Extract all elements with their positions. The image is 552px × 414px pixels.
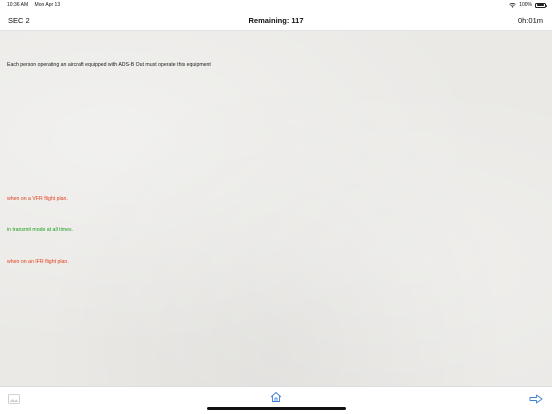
home-icon[interactable] bbox=[270, 390, 282, 402]
status-time: 10:36 AM bbox=[7, 2, 29, 8]
remaining-count: Remaining: 117 bbox=[248, 16, 304, 25]
answer-option-b[interactable]: in transmit mode at all times. bbox=[7, 227, 73, 233]
quiz-screen: 10:36 AM Mon Apr 13 100% SEC 2 Remaining… bbox=[0, 0, 552, 414]
home-indicator bbox=[207, 407, 346, 410]
answer-option-c[interactable]: when on an IFR flight plan. bbox=[7, 259, 69, 265]
battery-percent: 100% bbox=[519, 2, 532, 8]
status-bar: 10:36 AM Mon Apr 13 100% bbox=[0, 0, 552, 11]
question-area: Each person operating an aircraft equipp… bbox=[0, 31, 552, 386]
status-right: 100% bbox=[509, 2, 547, 8]
battery-fill bbox=[536, 4, 545, 6]
elapsed-timer: 0h:01m bbox=[517, 16, 543, 25]
next-arrow-icon[interactable] bbox=[529, 391, 543, 404]
image-icon[interactable] bbox=[8, 391, 20, 404]
status-date: Mon Apr 13 bbox=[34, 2, 61, 8]
answer-option-a[interactable]: when on a VFR flight plan. bbox=[7, 196, 68, 202]
battery-icon bbox=[535, 2, 547, 8]
status-left: 10:36 AM Mon Apr 13 bbox=[7, 2, 65, 8]
wifi-icon bbox=[509, 2, 516, 8]
nav-bar: SEC 2 Remaining: 117 0h:01m bbox=[0, 11, 552, 31]
question-text: Each person operating an aircraft equipp… bbox=[7, 62, 211, 68]
